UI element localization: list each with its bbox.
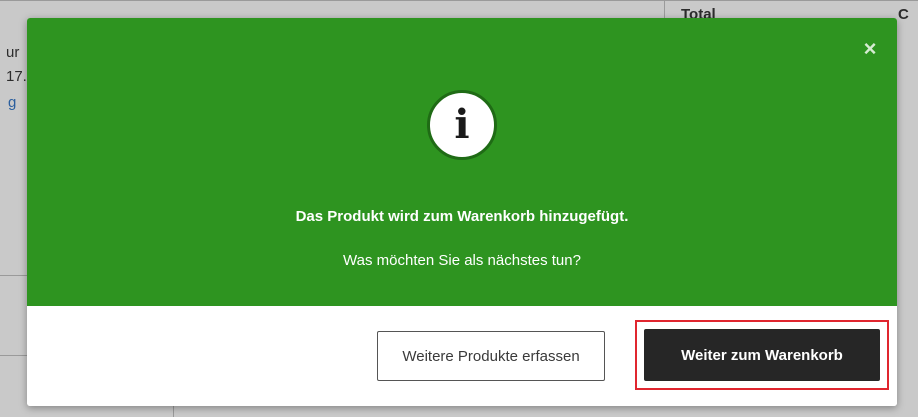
dialog-actions: Weitere Produkte erfassen Weiter zum War…: [27, 306, 897, 406]
dialog-title: Das Produkt wird zum Warenkorb hinzugefü…: [295, 208, 629, 225]
background-link: g: [8, 94, 17, 111]
close-icon[interactable]: ×: [861, 38, 879, 60]
info-icon-glyph: i: [454, 101, 470, 148]
background-divider: [0, 355, 30, 356]
add-to-cart-dialog: × i Das Produkt wird zum Warenkorb hinzu…: [27, 18, 897, 406]
background-divider: [0, 0, 918, 1]
continue-shopping-button[interactable]: Weitere Produkte erfassen: [377, 331, 605, 381]
go-to-cart-button[interactable]: Weiter zum Warenkorb: [644, 329, 880, 381]
background-divider: [0, 275, 30, 276]
dialog-subtitle: Was möchten Sie als nächstes tun?: [343, 252, 581, 269]
background-text: 17.: [6, 68, 27, 85]
screen: Total C ur 17. g × i Das Produkt wird zu…: [0, 0, 918, 417]
dialog-header-panel: × i Das Produkt wird zum Warenkorb hinzu…: [27, 18, 897, 306]
background-text: ur: [6, 44, 20, 61]
background-table-header-partial: C: [898, 6, 909, 23]
info-icon: i: [427, 90, 497, 160]
background-divider: [173, 405, 174, 417]
